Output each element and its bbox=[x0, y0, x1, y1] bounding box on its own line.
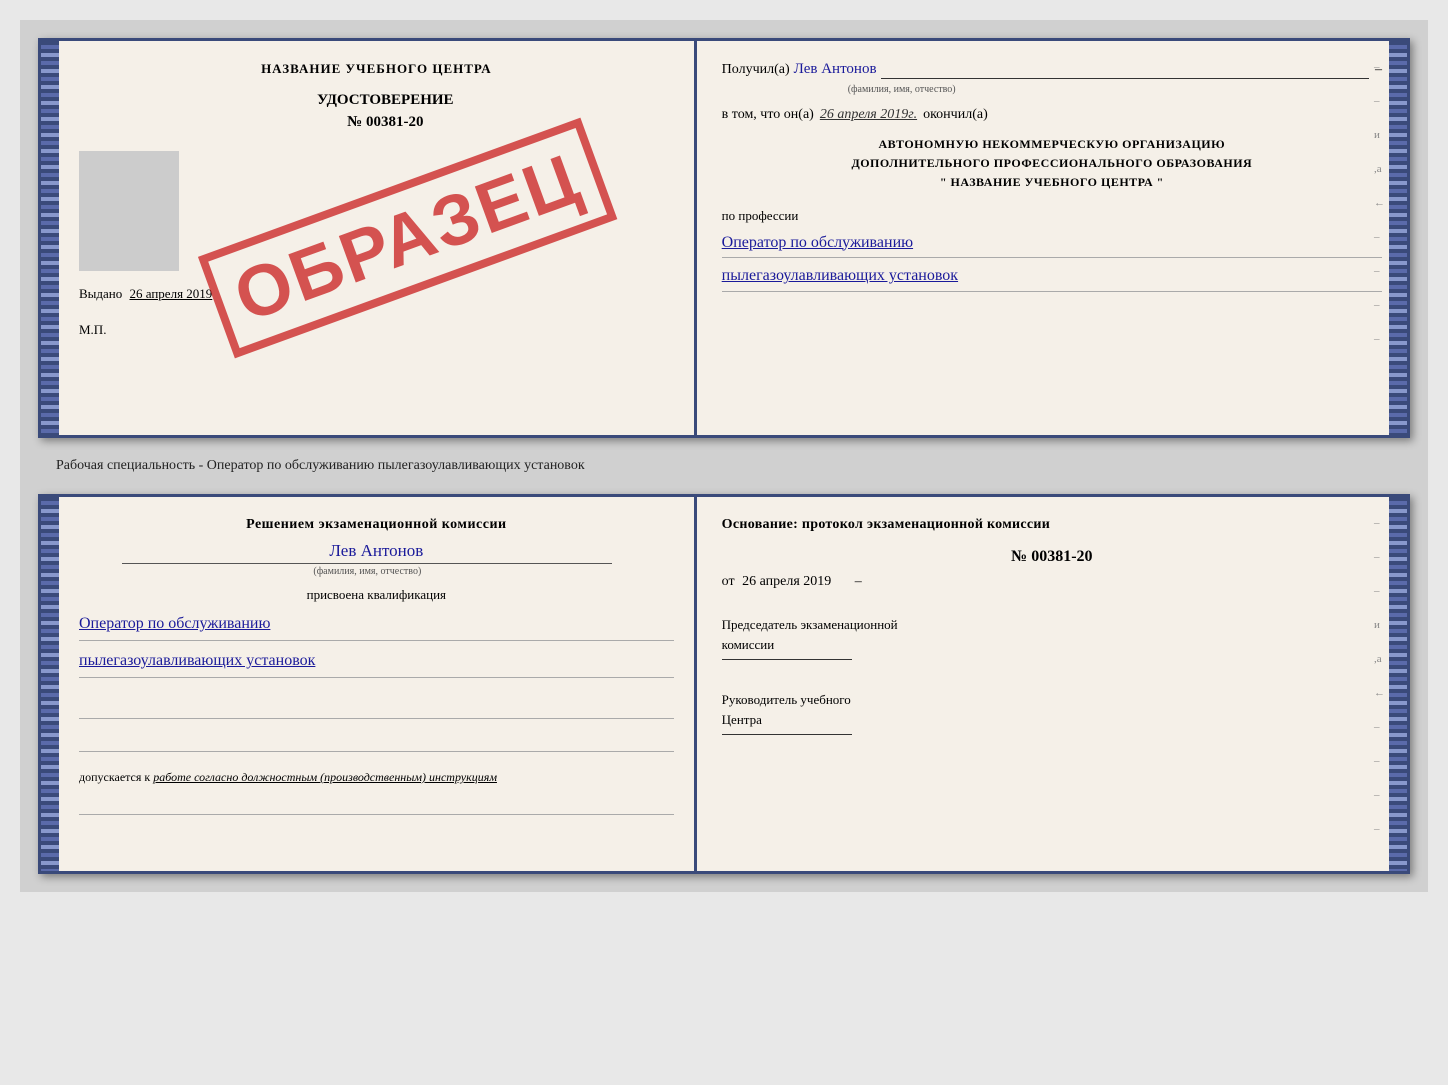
dopuskaetsya-text: допускается к работе согласно должностны… bbox=[79, 770, 674, 785]
vydano-date: 26 апреля 2019 bbox=[130, 286, 213, 301]
poluchil-label: Получил(а) bbox=[722, 62, 790, 78]
bottom-left-page: Решением экзаменационной комиссии Лев Ан… bbox=[41, 497, 697, 871]
prisvoena-text: присвоена квалификация bbox=[79, 587, 674, 603]
protocol-number: № 00381-20 bbox=[722, 548, 1382, 566]
vtom-line: в том, что он(а) 26 апреля 2019г. окончи… bbox=[722, 107, 1382, 123]
fio-blue-bottom: Лев Антонов bbox=[79, 541, 674, 561]
top-left-page: НАЗВАНИЕ УЧЕБНОГО ЦЕНТРА ОБРАЗЕЦ УДОСТОВ… bbox=[41, 41, 697, 435]
vtom-date: 26 апреля 2019г. bbox=[820, 107, 917, 123]
ot-date: от 26 апреля 2019 – bbox=[722, 574, 1382, 590]
top-right-page: – – и ,а ← – – – – Получил(а) Лев Антоно… bbox=[697, 41, 1407, 435]
fio-subtitle-top: (фамилия, имя, отчество) bbox=[802, 84, 1002, 95]
fio-subtitle-bottom: (фамилия, имя, отчество) bbox=[122, 563, 612, 577]
kvalif-line2: пылегазоулавливающих установок bbox=[79, 645, 674, 677]
predsedatel-signature-line bbox=[722, 659, 852, 660]
profession-line1: Оператор по обслуживанию bbox=[722, 234, 913, 251]
rukovoditel-text: Руководитель учебного Центра bbox=[722, 690, 1382, 735]
predsedatel-text: Председатель экзаменационной комиссии bbox=[722, 615, 1382, 660]
bottom-certificate-book: Решением экзаменационной комиссии Лев Ан… bbox=[38, 494, 1410, 874]
dopuskaetsya-italic: работе согласно должностным (производств… bbox=[153, 770, 497, 784]
right-dashes-bottom: – – – и ,а ← – – – – bbox=[1374, 517, 1385, 835]
name-underline bbox=[881, 62, 1369, 79]
po-professii-label: по профессии bbox=[722, 208, 1382, 224]
school-name-top: НАЗВАНИЕ УЧЕБНОГО ЦЕНТРА bbox=[79, 61, 674, 77]
middle-text-row: Рабочая специальность - Оператор по обсл… bbox=[38, 450, 1410, 482]
resheniem-text: Решением экзаменационной комиссии bbox=[79, 517, 674, 533]
middle-text: Рабочая специальность - Оператор по обсл… bbox=[56, 458, 585, 473]
poluchil-line: Получил(а) Лев Антонов – bbox=[722, 61, 1382, 79]
ot-date-value: 26 апреля 2019 bbox=[742, 574, 831, 589]
udostoverenie-label: УДОСТОВЕРЕНИЕ bbox=[97, 92, 674, 109]
vydano-line: Выдано 26 апреля 2019 bbox=[79, 286, 674, 302]
osnovanie-text: Основание: протокол экзаменационной коми… bbox=[722, 517, 1382, 533]
rukovoditel-signature-line bbox=[722, 734, 852, 735]
mp-label: М.П. bbox=[79, 322, 674, 338]
org-block: АВТОНОМНУЮ НЕКОММЕРЧЕСКУЮ ОРГАНИЗАЦИЮ ДО… bbox=[722, 135, 1382, 193]
recipient-name: Лев Антонов bbox=[794, 61, 877, 78]
kvalif-line1: Оператор по обслуживанию bbox=[79, 608, 674, 640]
udostoverenie-number: № 00381-20 bbox=[97, 114, 674, 131]
bottom-right-page: – – – и ,а ← – – – – Основание: протокол… bbox=[697, 497, 1407, 871]
right-dashes: – – и ,а ← – – – – bbox=[1374, 61, 1385, 345]
photo-placeholder bbox=[79, 151, 179, 271]
profession-line2: пылегазоулавливающих установок bbox=[722, 267, 958, 284]
top-certificate-book: НАЗВАНИЕ УЧЕБНОГО ЦЕНТРА ОБРАЗЕЦ УДОСТОВ… bbox=[38, 38, 1410, 438]
